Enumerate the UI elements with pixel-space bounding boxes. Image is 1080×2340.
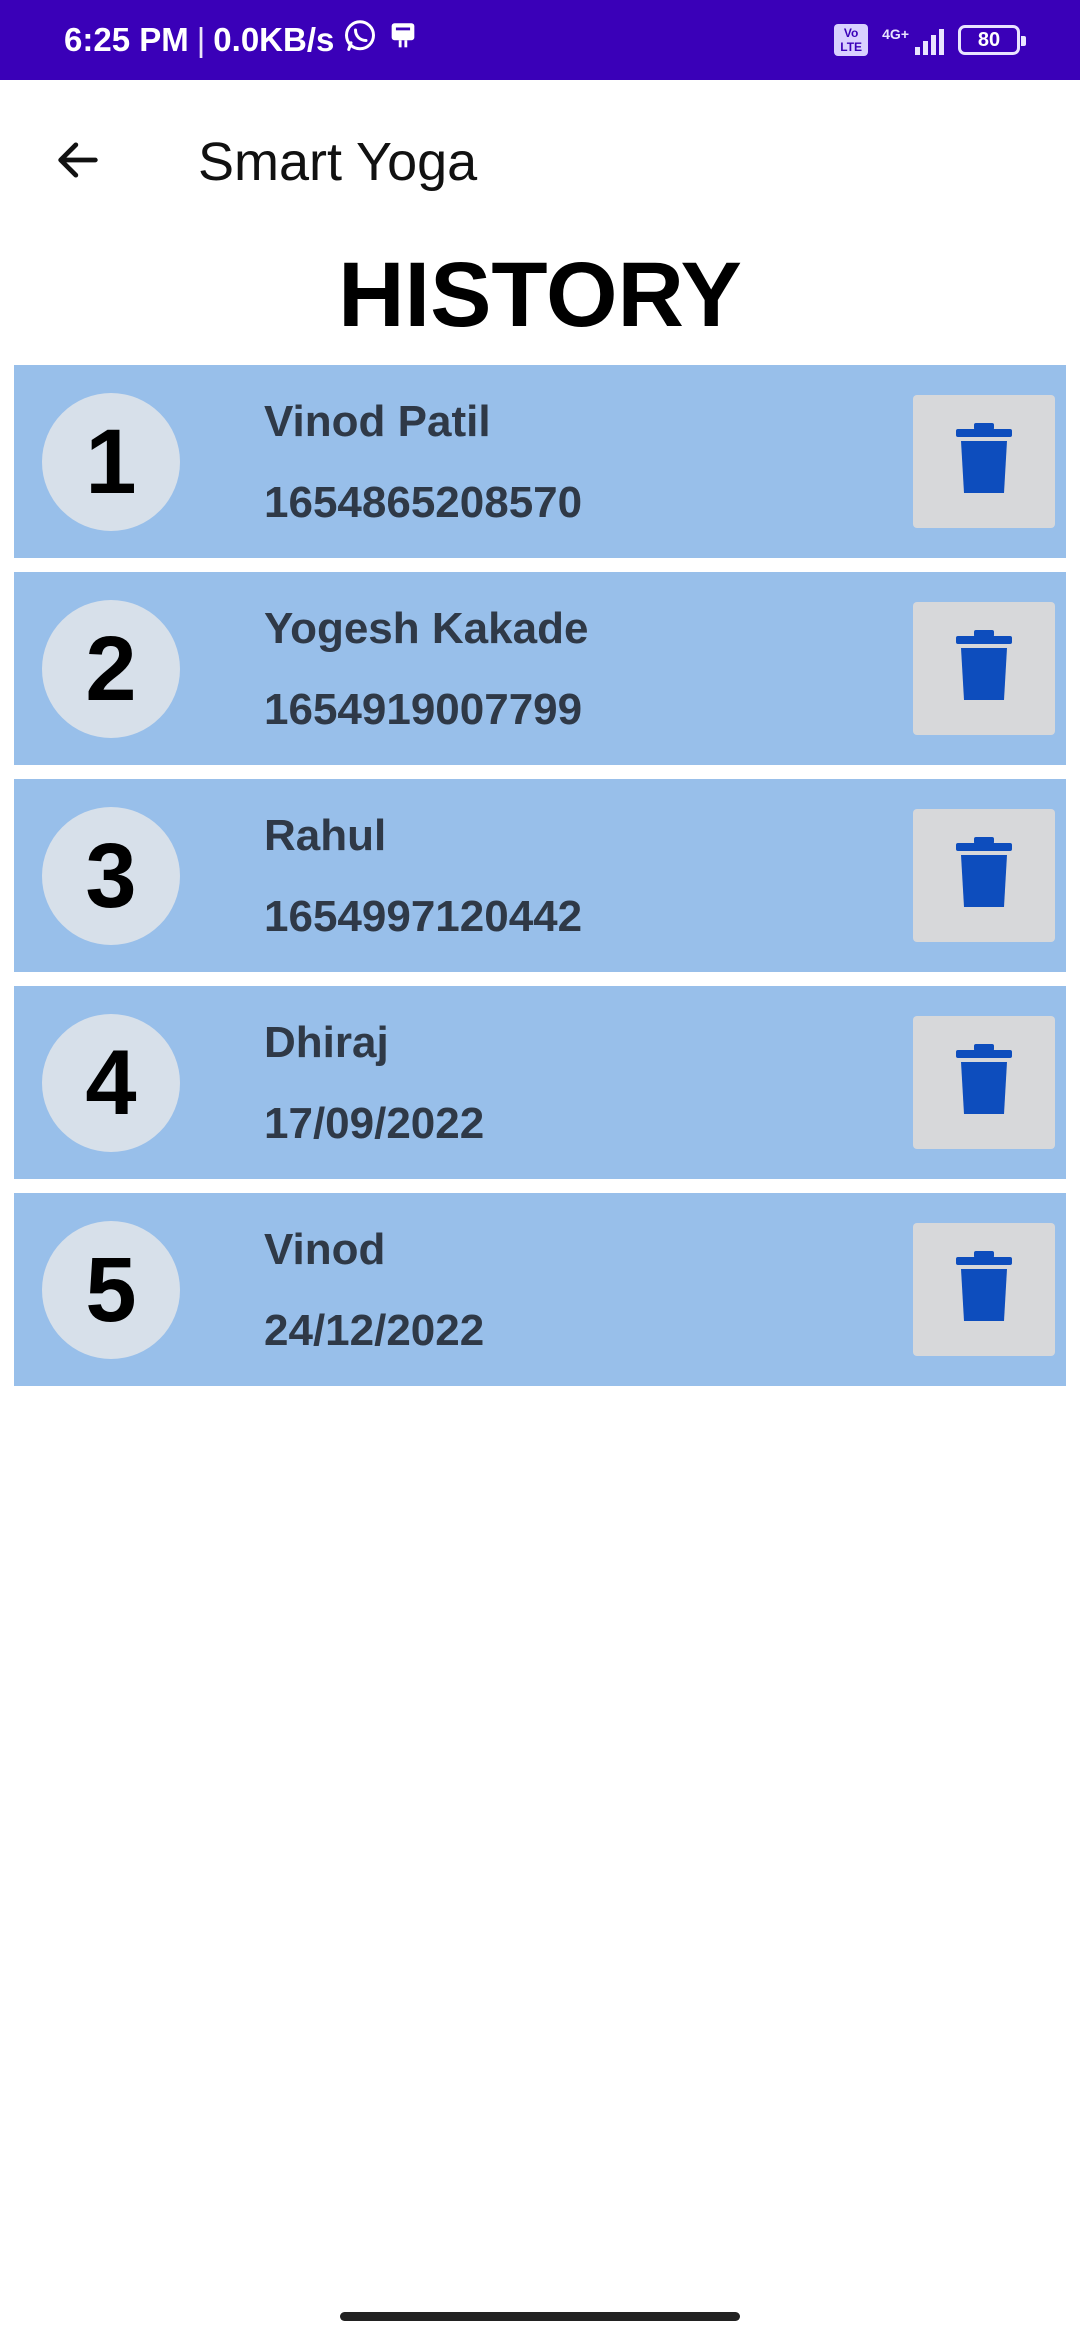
- item-value: 1654997120442: [264, 892, 583, 941]
- item-name: Vinod: [264, 1225, 386, 1274]
- status-separator: |: [196, 21, 206, 58]
- notification-icon: [386, 19, 420, 61]
- arrow-left-icon: [52, 134, 104, 191]
- signal-bars: [915, 25, 944, 55]
- item-name: Rahul: [264, 811, 387, 860]
- trash-icon: [956, 1251, 1012, 1328]
- item-name: Yogesh Kakade: [264, 604, 589, 653]
- signal-bar: [923, 41, 928, 55]
- home-indicator[interactable]: [340, 2312, 740, 2321]
- page-title: HISTORY: [338, 244, 742, 346]
- battery-level: 80: [977, 28, 1001, 51]
- signal-icon: 4G+: [882, 25, 944, 55]
- item-name: Dhiraj: [264, 1018, 389, 1067]
- item-value: 1654919007799: [264, 685, 583, 734]
- signal-bar: [939, 29, 944, 55]
- status-bar: 6:25 PM | 0.0KB/s Vo LTE 4G+ 80: [0, 0, 1080, 80]
- item-number: 3: [42, 807, 180, 945]
- app-title: Smart Yoga: [198, 132, 478, 192]
- back-button[interactable]: [38, 122, 118, 202]
- history-list: 1 Vinod Patil 1654865208570 2 Yogesh Kak…: [14, 365, 1066, 1400]
- item-number: 5: [42, 1221, 180, 1359]
- trash-icon: [956, 630, 1012, 707]
- delete-button[interactable]: [913, 1223, 1055, 1356]
- delete-button[interactable]: [913, 602, 1055, 735]
- network-speed: 0.0KB/s: [213, 21, 335, 58]
- delete-button[interactable]: [913, 395, 1055, 528]
- volte-top: Vo: [843, 26, 859, 40]
- history-item[interactable]: 2 Yogesh Kakade 1654919007799: [14, 572, 1066, 765]
- status-left: 6:25 PM | 0.0KB/s: [64, 0, 420, 80]
- network-type: 4G+: [882, 26, 909, 42]
- item-number: 1: [42, 393, 180, 531]
- item-name: Vinod Patil: [264, 397, 491, 446]
- item-value: 24/12/2022: [264, 1306, 485, 1355]
- item-number: 2: [42, 600, 180, 738]
- delete-button[interactable]: [913, 1016, 1055, 1149]
- trash-icon: [956, 1044, 1012, 1121]
- history-item[interactable]: 4 Dhiraj 17/09/2022: [14, 986, 1066, 1179]
- volte-bottom: LTE: [840, 40, 863, 54]
- whatsapp-icon: [342, 18, 378, 62]
- status-time: 6:25 PM: [64, 21, 189, 58]
- item-value: 17/09/2022: [264, 1099, 485, 1148]
- app-bar: Smart Yoga: [0, 80, 1080, 240]
- signal-bar: [931, 35, 936, 55]
- volte-icon: Vo LTE: [834, 24, 869, 56]
- delete-button[interactable]: [913, 809, 1055, 942]
- item-number: 4: [42, 1014, 180, 1152]
- status-right: Vo LTE 4G+ 80: [834, 0, 1026, 80]
- history-item[interactable]: 1 Vinod Patil 1654865208570: [14, 365, 1066, 558]
- trash-icon: [956, 423, 1012, 500]
- trash-icon: [956, 837, 1012, 914]
- signal-bar: [915, 47, 920, 55]
- history-item[interactable]: 3 Rahul 1654997120442: [14, 779, 1066, 972]
- item-value: 1654865208570: [264, 478, 583, 527]
- battery-icon: 80: [958, 25, 1026, 55]
- history-item[interactable]: 5 Vinod 24/12/2022: [14, 1193, 1066, 1386]
